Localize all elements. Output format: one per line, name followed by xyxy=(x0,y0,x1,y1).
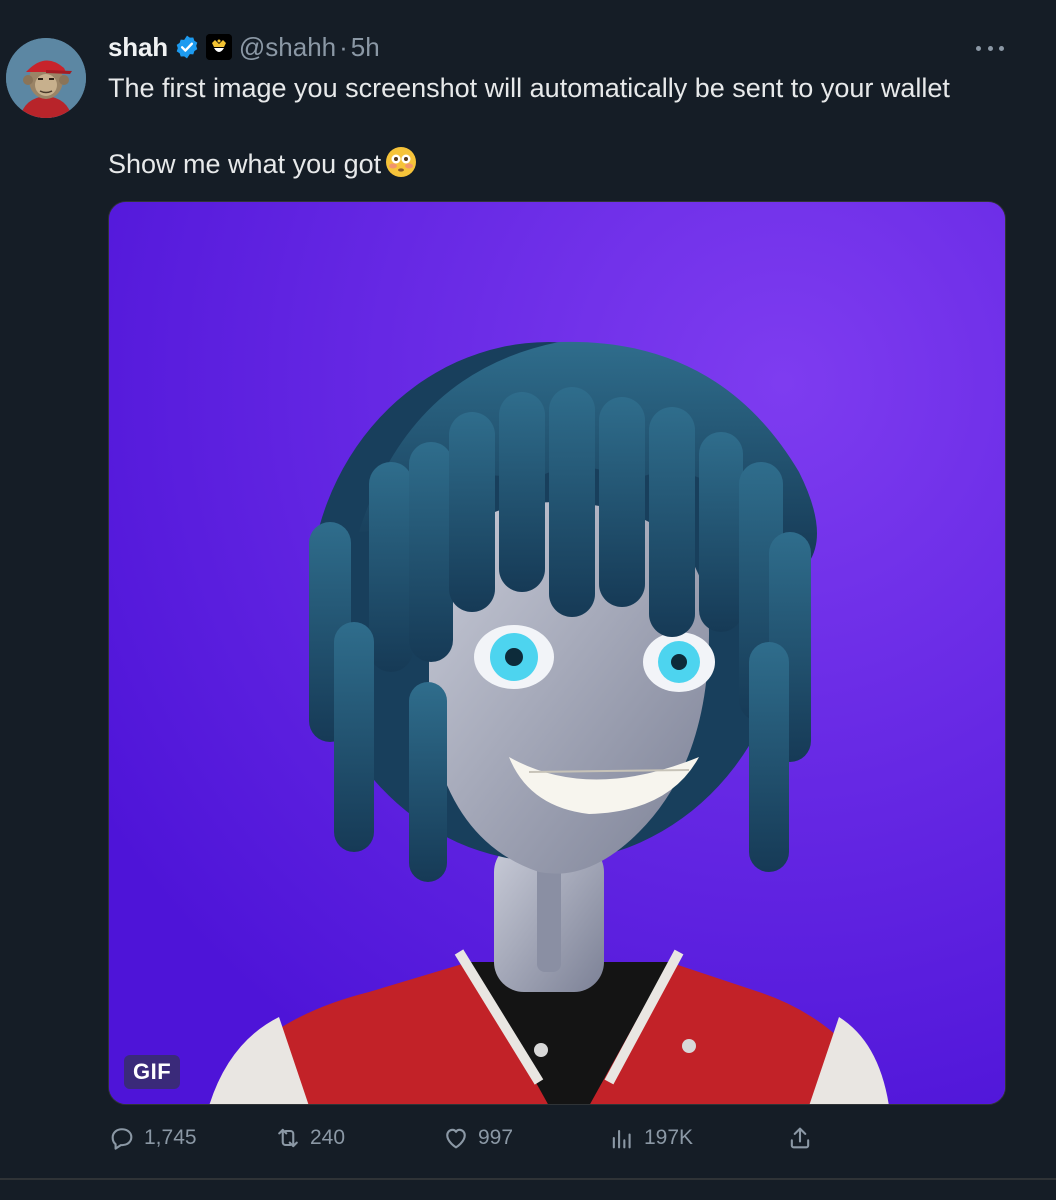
tweet-text-line-1: The first image you screenshot will auto… xyxy=(108,73,950,103)
ape-avatar-icon xyxy=(6,38,86,118)
display-name[interactable]: shah xyxy=(108,32,168,63)
reply-button[interactable]: 1,745 xyxy=(108,1120,197,1156)
gif-badge: GIF xyxy=(124,1055,181,1089)
dot-icon xyxy=(999,45,1004,51)
reply-icon xyxy=(111,1128,133,1150)
avatar[interactable] xyxy=(6,38,86,118)
flushed-face-emoji-icon xyxy=(385,146,417,178)
like-count: 997 xyxy=(478,1126,514,1149)
dot-icon xyxy=(976,45,981,51)
analytics-bar-icon xyxy=(612,1129,631,1149)
share-icon xyxy=(790,1127,810,1149)
affiliate-badge-icon[interactable] xyxy=(205,34,232,60)
like-button[interactable]: 997 xyxy=(442,1120,513,1156)
separator-dot: · xyxy=(339,31,348,62)
view-count: 197K xyxy=(644,1126,694,1149)
more-options-button[interactable] xyxy=(976,38,1004,58)
repost-button[interactable]: 240 xyxy=(274,1120,345,1156)
repost-icon xyxy=(278,1128,298,1148)
tweet-media-gif[interactable]: GIF xyxy=(108,201,1006,1105)
share-button[interactable] xyxy=(786,1120,822,1156)
anime-character-image xyxy=(109,202,1005,1104)
tweet[interactable]: shah @shahh · 5h The first image you scr… xyxy=(0,0,1056,1178)
repost-count: 240 xyxy=(310,1126,346,1149)
tweet-text-line-2: Show me what you got xyxy=(108,149,382,179)
handle[interactable]: @shahh xyxy=(239,32,336,63)
tweet-divider xyxy=(0,1178,1056,1180)
heart-icon xyxy=(446,1128,466,1149)
tweet-text: The first image you screenshot will auto… xyxy=(108,70,1028,183)
tweet-header: shah @shahh · 5h xyxy=(108,30,380,64)
reply-count: 1,745 xyxy=(144,1126,197,1149)
tweet-actions: 1,745 240 997 197K xyxy=(108,1120,810,1156)
dot-icon xyxy=(987,45,993,51)
verified-badge-icon[interactable] xyxy=(174,34,200,60)
timestamp[interactable]: 5h xyxy=(351,32,380,63)
views-button[interactable]: 197K xyxy=(608,1120,693,1156)
tweet-text-line-2-container: Show me what you got xyxy=(108,146,1028,183)
